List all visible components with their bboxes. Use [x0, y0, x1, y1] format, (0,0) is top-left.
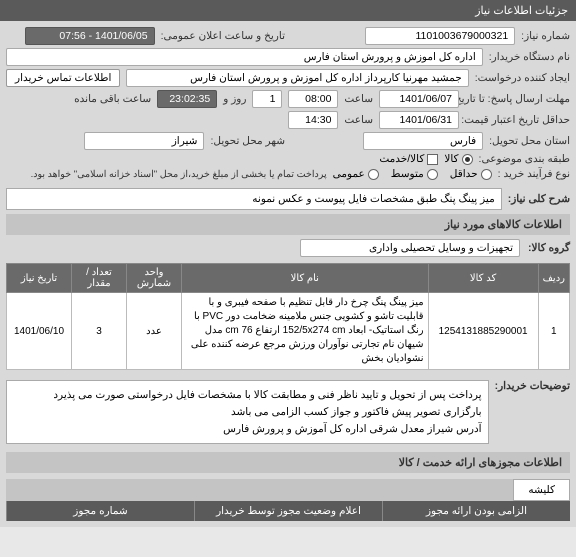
th-unit: واحد شمارش [127, 264, 182, 293]
field-days: 1 [252, 90, 282, 108]
field-city: شیراز [84, 132, 204, 150]
th-idx: ردیف [538, 264, 569, 293]
th-date: تاریخ نیاز [7, 264, 72, 293]
table-container: ردیف کد کالا نام کالا واحد شمارش تعداد /… [6, 263, 570, 370]
radio-dot-2 [427, 169, 438, 180]
field-announce: 1401/06/05 - 07:56 [25, 27, 155, 45]
bottom-cell-3: شماره مجوز [6, 501, 194, 521]
field-validity-date: 1401/06/31 [379, 111, 459, 129]
lbl-city: شهر محل تحویل: [210, 135, 285, 147]
lbl-hour2: ساعت [344, 114, 373, 126]
table-row: 1 1254131885290001 میز پینگ پنگ چرخ دار … [7, 293, 570, 370]
contact-info-button[interactable]: اطلاعات تماس خریدار [6, 69, 120, 87]
chk-goods[interactable]: کالا [444, 153, 472, 165]
field-province: فارس [363, 132, 483, 150]
radio-dot-1 [481, 169, 492, 180]
th-code: کد کالا [428, 264, 538, 293]
radio-proc1[interactable]: حداقل [450, 168, 492, 180]
field-validity-time: 14:30 [288, 111, 338, 129]
chk-goods-label: کالا [444, 153, 458, 165]
lbl-hour1: ساعت [344, 93, 373, 105]
lbl-remain: ساعت باقی مانده [74, 93, 151, 105]
permit-header: اطلاعات مجوزهای ارائه خدمت / کالا [6, 452, 570, 473]
radio-proc2[interactable]: متوسط [391, 168, 438, 180]
lbl-requester: ایجاد کننده درخواست: [475, 72, 570, 84]
td-qty: 3 [72, 293, 127, 370]
td-unit: عدد [127, 293, 182, 370]
lbl-deadline: مهلت ارسال پاسخ: تا تاریخ: [465, 93, 570, 105]
lbl-group: گروه کالا: [528, 242, 570, 254]
bottom-cell-1: الزامی بودن ارائه مجوز [382, 501, 570, 521]
th-name: نام کالا [182, 264, 429, 293]
main-panel-body: شماره نیاز: 1101003679000321 تاریخ و ساع… [0, 21, 576, 527]
bottom-bar: الزامی بودن ارائه مجوز اعلام وضعیت مجوز … [6, 501, 570, 521]
lbl-category: طبقه بندی موضوعی: [479, 153, 570, 165]
td-name: میز پینگ پنگ چرخ دار قابل تنظیم با صفحه … [182, 293, 429, 370]
td-code: 1254131885290001 [428, 293, 538, 370]
checkbox-service [427, 154, 438, 165]
lbl-announce: تاریخ و ساعت اعلان عمومی: [161, 30, 285, 42]
radio-dot-3 [368, 169, 379, 180]
field-requester: جمشید مهرنیا کارپرداز اداره کل اموزش و پ… [126, 69, 468, 87]
permit-header-text: اطلاعات مجوزهای ارائه خدمت / کالا [399, 457, 562, 469]
tabs-bar: کلیشه [6, 479, 570, 501]
bottom-cell-2: اعلام وضعیت مجوز توسط خریدار [194, 501, 382, 521]
field-remain: 23:02:35 [157, 90, 217, 108]
proc1-label: حداقل [450, 168, 478, 180]
explain-box: پرداخت پس از تحویل و تایید ناظر فنی و مط… [6, 380, 489, 444]
goods-header-text: اطلاعات کالاهای مورد نیاز [445, 219, 562, 231]
td-date: 1401/06/10 [7, 293, 72, 370]
lbl-province: استان محل تحویل: [489, 135, 570, 147]
lbl-row: روز و [223, 93, 246, 105]
radio-proc3[interactable]: عمومی [333, 168, 379, 180]
chk-service-label: کالا/خدمت [379, 153, 424, 165]
proc3-label: عمومی [333, 168, 365, 180]
lbl-explain: توضیحات خریدار: [495, 376, 570, 392]
proc-note: پرداخت تمام یا بخشی از مبلغ خرید،از محل … [31, 169, 327, 180]
field-deadline-date: 1401/06/07 [379, 90, 459, 108]
lbl-buyer: نام دستگاه خریدار: [489, 51, 570, 63]
field-buyer: اداره کل اموزش و پرورش استان فارس [6, 48, 483, 66]
lbl-process: نوع فرآیند خرید : [498, 168, 570, 180]
header-main-text: جزئیات اطلاعات نیاز [475, 5, 568, 17]
radio-dot-goods [462, 154, 473, 165]
th-qty: تعداد / مقدار [72, 264, 127, 293]
panel-header-main: جزئیات اطلاعات نیاز [0, 0, 576, 21]
process-radio-group: حداقل متوسط عمومی [333, 168, 492, 180]
field-desc: میز پینگ پنگ طبق مشخصات فایل پیوست و عکس… [6, 188, 502, 210]
tab-template[interactable]: کلیشه [513, 479, 570, 501]
chk-service[interactable]: کالا/خدمت [379, 153, 438, 165]
field-req-no: 1101003679000321 [365, 27, 515, 45]
goods-header: اطلاعات کالاهای مورد نیاز [6, 214, 570, 235]
td-idx: 1 [538, 293, 569, 370]
proc2-label: متوسط [391, 168, 424, 180]
goods-table: ردیف کد کالا نام کالا واحد شمارش تعداد /… [6, 263, 570, 370]
lbl-desc-title: شرح کلی نیاز: [508, 193, 570, 205]
field-group: تجهیزات و وسایل تحصیلی واداری [300, 239, 520, 257]
field-deadline-time: 08:00 [288, 90, 338, 108]
table-header-row: ردیف کد کالا نام کالا واحد شمارش تعداد /… [7, 264, 570, 293]
lbl-req-no: شماره نیاز: [521, 30, 570, 42]
lbl-validity: حداقل تاریخ اعتبار قیمت: تا تاریخ: [465, 114, 570, 126]
